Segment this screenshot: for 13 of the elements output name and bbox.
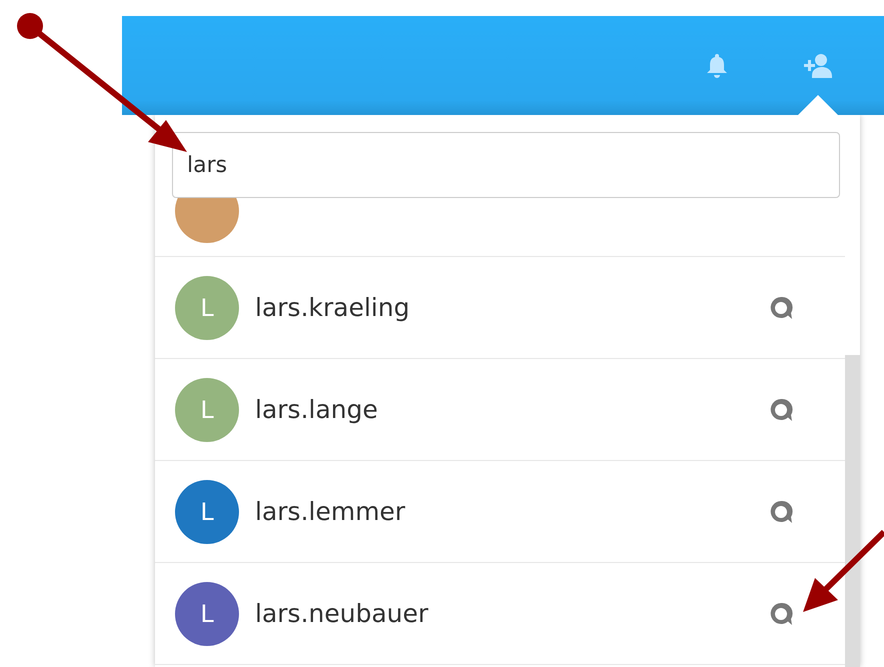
contact-row[interactable]: L lars.lemmer [155,461,845,563]
contact-name: lars.kraeling [255,293,411,322]
scrollbar-thumb[interactable] [845,355,860,667]
contact-row[interactable]: L lars.kraeling [155,257,845,359]
search-field[interactable]: lars [172,132,840,198]
contact-row[interactable]: L lars.lange [155,359,845,461]
avatar: L [175,480,239,544]
contact-name: lars.lange [255,395,379,424]
avatar: L [175,582,239,646]
contact-name: lars.neubauer [255,599,430,628]
contact-name: lars.lemmer [255,497,406,526]
avatar: L [175,276,239,340]
avatar: L [175,378,239,442]
